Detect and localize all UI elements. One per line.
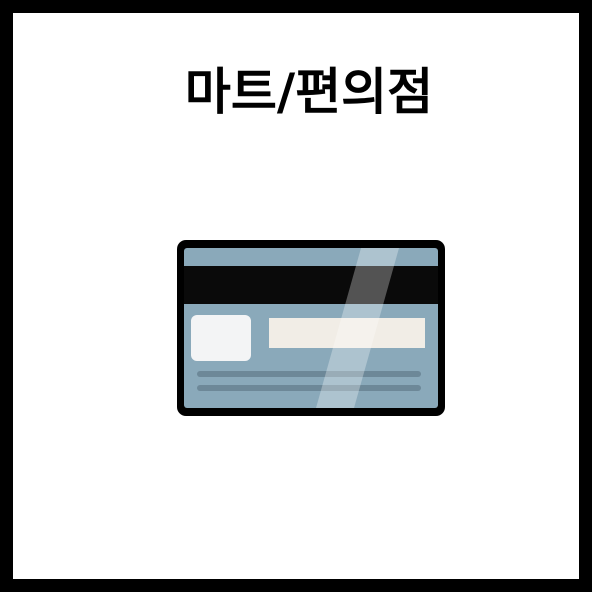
tile-title: 마트/편의점 xyxy=(184,63,434,121)
chip-box xyxy=(191,315,251,361)
magnetic-stripe xyxy=(184,266,438,304)
credit-card-back-icon xyxy=(177,240,445,416)
card-line xyxy=(197,385,421,391)
card-line xyxy=(197,371,421,377)
category-tile[interactable]: 마트/편의점 xyxy=(0,0,592,592)
